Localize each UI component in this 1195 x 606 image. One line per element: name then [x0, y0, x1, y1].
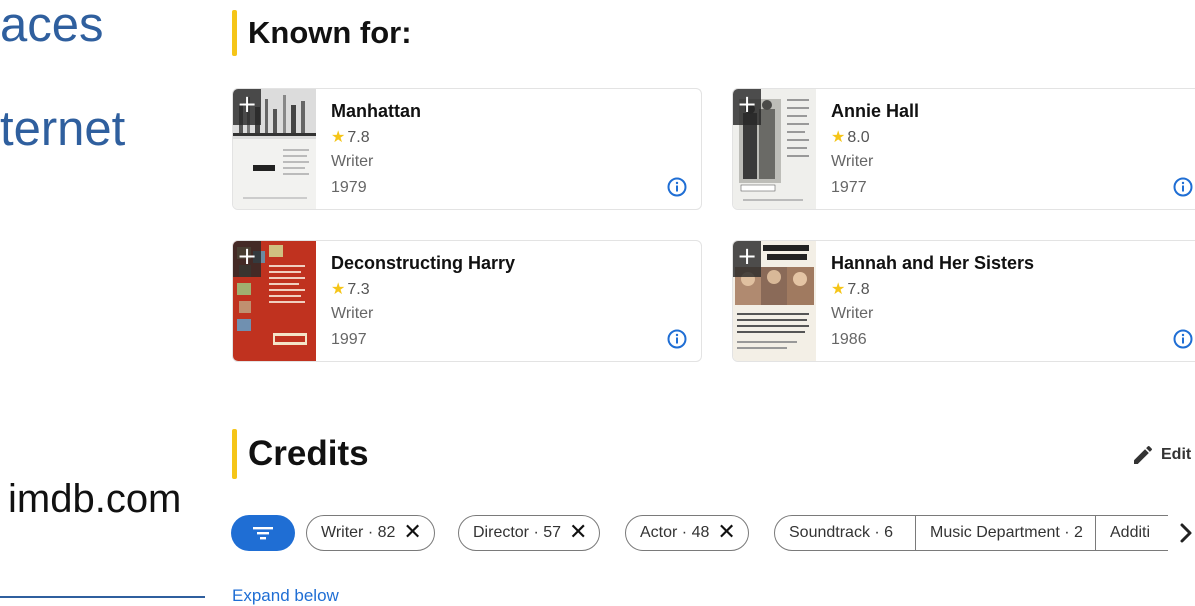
card-title[interactable]: Hannah and Her Sisters — [831, 253, 1034, 274]
chip-label: Director · 57 — [473, 524, 562, 541]
info-icon[interactable] — [1173, 177, 1193, 197]
chevron-right-icon[interactable] — [1178, 521, 1194, 545]
card-year: 1977 — [831, 179, 867, 196]
card-title[interactable]: Manhattan — [331, 101, 421, 122]
info-icon[interactable] — [667, 329, 687, 349]
known-for-card-hannah-and-her-sisters[interactable]: + Hannah and Her Sisters ★ 7.8 Writer 198… — [732, 240, 1195, 362]
rating-value: 7.8 — [847, 281, 870, 298]
segment-additional[interactable]: Additi — [1096, 515, 1168, 551]
info-icon[interactable] — [667, 177, 687, 197]
edit-label: Edit — [1161, 446, 1192, 463]
card-year: 1986 — [831, 331, 867, 348]
pencil-icon — [1134, 445, 1153, 464]
poster-image[interactable]: + — [733, 241, 816, 361]
expand-below-link[interactable]: Expand below — [232, 586, 339, 606]
close-icon[interactable]: ✕ — [403, 522, 421, 544]
close-icon[interactable]: ✕ — [569, 522, 587, 544]
known-for-card-manhattan[interactable]: + Manhattan ★ 7.8 Writer 1979 — [232, 88, 702, 210]
add-to-watchlist-button[interactable]: + — [733, 89, 761, 125]
star-icon: ★ — [831, 129, 846, 146]
known-for-card-deconstructing-harry[interactable]: + Deconstructing Harry ★ 7.3 Writer 1997 — [232, 240, 702, 362]
card-role: Writer — [831, 153, 874, 170]
poster-image[interactable]: + — [733, 89, 816, 209]
filter-button[interactable] — [231, 515, 295, 551]
rating-value: 7.8 — [347, 129, 370, 146]
rating-value: 8.0 — [847, 129, 870, 146]
credits-title: Credits — [248, 434, 369, 473]
add-to-watchlist-button[interactable]: + — [733, 241, 761, 277]
segment-music-department[interactable]: Music Department · 2 — [916, 515, 1096, 551]
credits-filter-bar: Writer · 82 ✕ Director · 57 ✕ Actor · 48… — [231, 515, 1195, 551]
card-rating: ★ 8.0 — [831, 127, 870, 147]
poster-image[interactable]: + — [233, 241, 316, 361]
card-role: Writer — [831, 305, 874, 322]
known-for-card-annie-hall[interactable]: + Annie Hall ★ 8.0 Writer 1977 — [732, 88, 1195, 210]
segment-soundtrack[interactable]: Soundtrack · 6 — [774, 515, 916, 551]
card-role: Writer — [331, 305, 374, 322]
section-accent-bar — [232, 429, 237, 479]
add-to-watchlist-button[interactable]: + — [233, 241, 261, 277]
card-rating: ★ 7.8 — [831, 279, 870, 299]
chip-label: Actor · 48 — [640, 524, 710, 541]
card-year: 1997 — [331, 331, 367, 348]
chip-director[interactable]: Director · 57 ✕ — [458, 515, 601, 551]
card-year: 1979 — [331, 179, 367, 196]
known-for-header: Known for: — [232, 10, 412, 56]
star-icon: ★ — [331, 129, 346, 146]
card-rating: ★ 7.3 — [331, 279, 370, 299]
chip-label: Writer · 82 — [321, 524, 396, 541]
card-rating: ★ 7.8 — [331, 127, 370, 147]
slide-text-line1: aces — [0, 0, 104, 52]
star-icon: ★ — [331, 281, 346, 298]
star-icon: ★ — [831, 281, 846, 298]
add-to-watchlist-button[interactable]: + — [233, 89, 261, 125]
close-icon[interactable]: ✕ — [717, 522, 735, 544]
slide-site-label: imdb.com — [8, 477, 182, 521]
poster-image[interactable]: + — [233, 89, 316, 209]
known-for-title: Known for: — [248, 15, 412, 50]
slide-text-line2: ternet — [0, 102, 126, 156]
credits-header: Credits — [232, 429, 369, 479]
card-title[interactable]: Deconstructing Harry — [331, 253, 515, 274]
card-title[interactable]: Annie Hall — [831, 101, 919, 122]
chip-writer[interactable]: Writer · 82 ✕ — [306, 515, 435, 551]
filter-icon — [253, 527, 273, 540]
info-icon[interactable] — [1173, 329, 1193, 349]
chip-actor[interactable]: Actor · 48 ✕ — [625, 515, 749, 551]
section-accent-bar — [232, 10, 237, 56]
edit-credits-button[interactable]: Edit — [1131, 443, 1191, 467]
rating-value: 7.3 — [347, 281, 370, 298]
slide-divider — [0, 596, 205, 598]
card-role: Writer — [331, 153, 374, 170]
